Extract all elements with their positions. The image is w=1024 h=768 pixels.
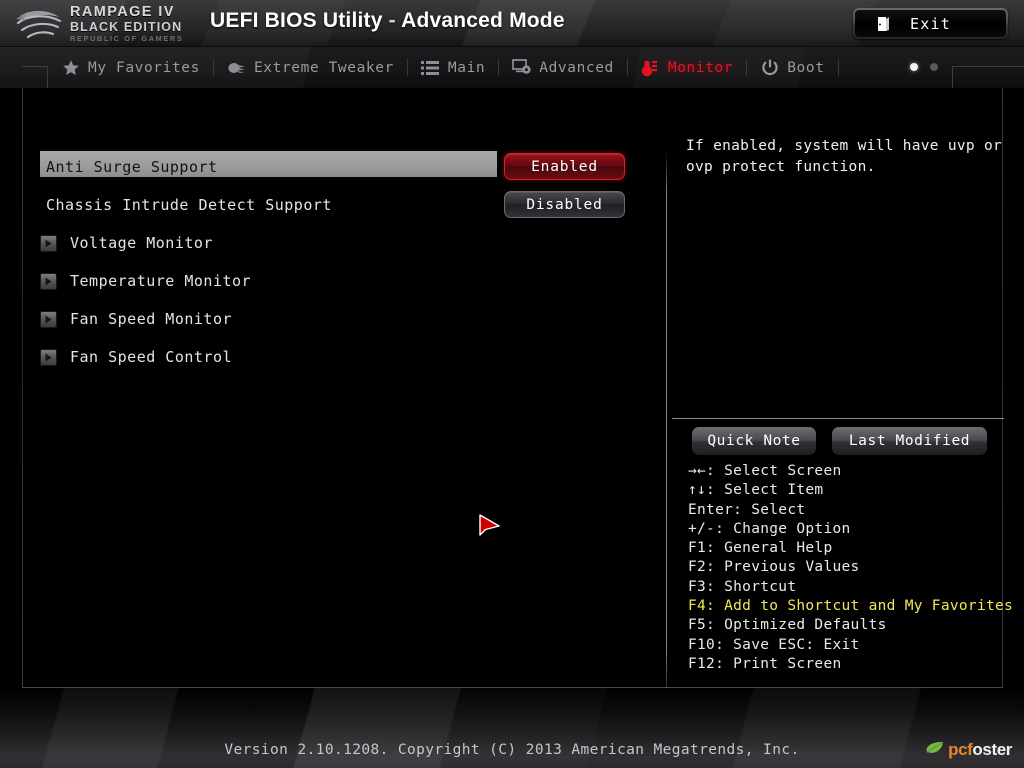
anti-surge-support-value-button[interactable]: Enabled [504, 153, 625, 180]
help-divider [672, 418, 1004, 419]
pagination-dot-2[interactable] [930, 63, 938, 71]
key-legend-item-highlighted: F4: Add to Shortcut and My Favorites [688, 598, 1014, 615]
key-legend-item: +/-: Change Option [688, 520, 851, 537]
key-legend-item: F3: Shortcut [688, 578, 797, 595]
watermark: pcfoster [925, 740, 1012, 760]
help-footer: Quick Note Last Modified →←: Select Scre… [672, 418, 1014, 674]
key-legend-item: F1: General Help [688, 540, 833, 557]
bios-screen: RAMPAGE IV BLACK EDITION REPUBLIC OF GAM… [0, 0, 1024, 768]
star-icon [61, 58, 80, 77]
watermark-text: pcfoster [948, 740, 1012, 760]
tab-label: Advanced [539, 59, 614, 76]
app-title-main: UEFI BIOS Utility [210, 9, 383, 32]
submenu-arrow-icon [40, 234, 57, 252]
version-text: Version 2.10.1208. Copyright (C) 2013 Am… [224, 742, 800, 758]
exit-button-label: Exit [910, 14, 951, 33]
setting-row-fan-speed-monitor[interactable]: Fan Speed Monitor [40, 300, 640, 338]
main-tab-bar: My Favorites Extreme Tweaker Main Advanc… [0, 47, 1024, 88]
setting-label: Fan Speed Control [70, 348, 233, 366]
watermark-text-a: pcf [948, 740, 973, 759]
watermark-text-b: oster [972, 740, 1012, 759]
submenu-arrow-icon [40, 272, 57, 290]
rog-logo-line2: BLACK EDITION [70, 19, 183, 34]
key-legend-item: ↑↓: Select Item [688, 482, 824, 499]
list-icon [421, 58, 440, 77]
tab-label: My Favorites [88, 59, 200, 76]
monitor-gear-icon [512, 58, 531, 77]
frame-corner-right [952, 66, 1024, 88]
last-modified-button[interactable]: Last Modified [832, 427, 987, 455]
chassis-intrude-detect-value-button[interactable]: Disabled [504, 191, 625, 218]
exit-button[interactable]: Exit [853, 8, 1008, 39]
tab-monitor[interactable]: Monitor [628, 47, 746, 88]
setting-label: Temperature Monitor [70, 272, 252, 290]
help-panel: If enabled, system will have uvp or ovp … [686, 136, 1010, 178]
tab-separator [837, 59, 839, 76]
app-title-mode: Advanced Mode [401, 9, 565, 32]
setting-label: Fan Speed Monitor [70, 310, 233, 328]
last-modified-label: Last Modified [848, 433, 971, 449]
tab-pagination[interactable] [910, 63, 938, 71]
setting-row-fan-speed-control[interactable]: Fan Speed Control [40, 338, 640, 376]
setting-row-temperature-monitor[interactable]: Temperature Monitor [40, 262, 640, 300]
tab-label: Boot [787, 59, 825, 76]
submenu-arrow-icon [40, 348, 57, 366]
help-description: If enabled, system will have uvp or ovp … [686, 138, 1003, 175]
footer-bar: Version 2.10.1208. Copyright (C) 2013 Am… [0, 688, 1024, 768]
tab-label: Monitor [667, 59, 734, 76]
submenu-arrow-icon [40, 310, 57, 328]
rog-logo-line1: RAMPAGE IV [70, 4, 175, 21]
key-legend-item: F2: Previous Values [688, 559, 860, 576]
value-label: Enabled [531, 158, 598, 175]
tweaker-icon [227, 58, 246, 77]
frame-line-left [22, 88, 23, 688]
panel-divider [666, 150, 667, 690]
frame-corner-left [22, 66, 48, 88]
thermometer-icon [641, 58, 660, 77]
help-button-group: Quick Note Last Modified [672, 427, 1004, 455]
key-legend-item: →←: Select Screen [688, 463, 842, 479]
power-icon [760, 58, 779, 77]
pagination-dot-1[interactable] [910, 63, 918, 71]
setting-label: Voltage Monitor [70, 234, 213, 252]
page-title: UEFI BIOS Utility - Advanced Mode [210, 9, 565, 33]
rog-logo: RAMPAGE IV BLACK EDITION REPUBLIC OF GAM… [14, 3, 199, 45]
tab-main[interactable]: Main [408, 47, 498, 88]
rog-eye-logo-icon [14, 6, 66, 42]
settings-list: Anti Surge Support Chassis Intrude Detec… [40, 148, 640, 376]
content-area: Anti Surge Support Chassis Intrude Detec… [0, 88, 1024, 690]
quick-note-button[interactable]: Quick Note [692, 427, 816, 455]
setting-row-voltage-monitor[interactable]: Voltage Monitor [40, 224, 640, 262]
tab-label: Extreme Tweaker [253, 59, 394, 76]
exit-door-icon [877, 16, 890, 32]
title-bar: RAMPAGE IV BLACK EDITION REPUBLIC OF GAM… [0, 0, 1024, 47]
leaf-icon [925, 741, 944, 760]
key-legend-item: Enter: Select [688, 501, 806, 518]
tab-advanced[interactable]: Advanced [499, 47, 627, 88]
tab-extreme-tweaker[interactable]: Extreme Tweaker [214, 47, 407, 88]
key-legend-item: F10: Save ESC: Exit [688, 636, 860, 653]
tab-my-favorites[interactable]: My Favorites [48, 47, 213, 88]
tab-label: Main [447, 59, 486, 76]
key-legend-item: F5: Optimized Defaults [688, 617, 887, 634]
app-title-dash: - [382, 9, 402, 32]
key-legend-list: →←: Select Screen ↑↓: Select Item Enter:… [672, 462, 1014, 674]
quick-note-label: Quick Note [707, 433, 801, 449]
setting-label: Chassis Intrude Detect Support [46, 196, 332, 214]
tab-boot[interactable]: Boot [747, 47, 837, 88]
setting-label: Anti Surge Support [46, 158, 218, 176]
key-legend-item: F12: Print Screen [688, 655, 842, 672]
value-label: Disabled [526, 196, 603, 213]
rog-logo-line3: REPUBLIC OF GAMERS [70, 34, 184, 44]
